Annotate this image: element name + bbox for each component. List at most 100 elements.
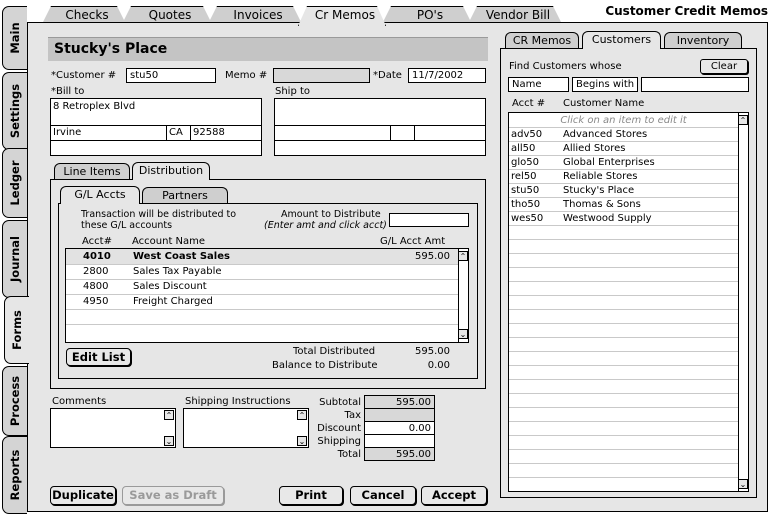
shipping-field[interactable] (364, 434, 435, 448)
customer-acct: stu50 (511, 185, 540, 196)
list-hint: Click on an item to edit it (560, 115, 687, 126)
customer-acct: rel50 (511, 171, 537, 182)
side-tab-label: Journal (8, 236, 22, 282)
print-button[interactable]: Print (279, 486, 343, 505)
date-field[interactable]: 11/7/2002 (408, 68, 486, 83)
customer-name: Reliable Stores (563, 171, 638, 182)
account-name-cell: Freight Charged (133, 296, 213, 307)
side-tab-main[interactable]: Main (2, 6, 27, 70)
tab-cr-memos-list[interactable]: CR Memos (505, 32, 579, 49)
scroll-down-icon[interactable]: ⌄ (458, 329, 468, 339)
accept-button[interactable]: Accept (421, 486, 487, 505)
bill-state-field[interactable]: CA (169, 127, 183, 138)
tab-label: Vendor Bill (485, 8, 551, 22)
tab-label: CR Memos (512, 34, 572, 47)
bill-city-field[interactable]: Irvine (53, 127, 81, 138)
search-field-select[interactable]: Name (508, 77, 569, 92)
tab-partners[interactable]: Partners (142, 187, 228, 204)
bill-to-box: 8 Retroplex Blvd Irvine CA 92588 (50, 98, 262, 156)
account-name-cell: West Coast Sales (133, 251, 230, 262)
customer-acct: all50 (511, 143, 536, 154)
customers-list: ⌃ ⌄ Click on an item to edit it adv50 Ad… (508, 112, 749, 492)
col-gl-amt-header: G/L Acct Amt (380, 236, 446, 247)
customer-acct: tho50 (511, 199, 541, 210)
bill-address-line[interactable]: 8 Retroplex Blvd (53, 101, 135, 112)
side-tab-reports[interactable]: Reports (2, 436, 27, 514)
customer-name-title: Stucky's Place (54, 41, 168, 57)
memo-number-field[interactable] (273, 68, 370, 83)
total-field: 595.00 (364, 447, 435, 461)
cancel-button[interactable]: Cancel (350, 486, 416, 505)
side-tab-label: Reports (8, 449, 22, 501)
side-tab-process[interactable]: Process (2, 366, 27, 436)
tab-customers[interactable]: Customers (582, 31, 661, 49)
tab-label: G/L Accts (74, 188, 126, 201)
scroll-up-icon[interactable]: ⌃ (164, 410, 174, 420)
duplicate-button[interactable]: Duplicate (50, 486, 116, 505)
account-name-cell: Sales Tax Payable (133, 266, 222, 277)
shipping-instructions-field[interactable]: ⌃ ⌄ (183, 408, 309, 448)
side-tab-ledger[interactable]: Ledger (2, 148, 27, 218)
shipping-label: Shipping (317, 436, 361, 447)
tab-line-items[interactable]: Line Items (54, 163, 130, 180)
tab-label: Cr Memos (314, 8, 376, 22)
find-customers-label: Find Customers whose (509, 61, 622, 72)
tab-label: Invoices (233, 8, 283, 22)
customer-number-field[interactable]: stu50 (126, 68, 216, 83)
side-tab-label: Settings (8, 83, 22, 139)
customer-name-header: Stucky's Place (48, 37, 488, 61)
balance-to-distribute-value: 0.00 (427, 360, 450, 371)
total-label: Total (337, 449, 361, 460)
side-tab-settings[interactable]: Settings (2, 72, 27, 150)
customer-label: *Customer # (51, 70, 117, 81)
tab-distribution[interactable]: Distribution (132, 162, 210, 180)
tab-label: Checks (65, 8, 109, 22)
total-distributed-label: Total Distributed (293, 346, 376, 357)
search-input[interactable] (641, 77, 749, 92)
amount-to-distribute-label: Amount to Distribute (281, 209, 381, 220)
tab-label: Inventory (676, 34, 730, 47)
customer-acct: adv50 (511, 129, 543, 140)
scroll-up-icon[interactable]: ⌃ (738, 115, 748, 125)
account-name-cell: Sales Discount (133, 281, 207, 292)
scroll-down-icon[interactable]: ⌄ (164, 436, 174, 446)
tab-label: Customers (591, 33, 652, 46)
col-account-name-header: Account Name (132, 236, 206, 247)
comments-field[interactable]: ⌃ ⌄ (50, 408, 176, 448)
tab-label: Distribution (138, 164, 204, 177)
total-distributed-value: 595.00 (415, 346, 450, 357)
col-acct-header: Acct # (512, 98, 546, 109)
side-tab-label: Forms (10, 310, 24, 350)
acct-cell: 2800 (83, 266, 109, 277)
bill-zip-field[interactable]: 92588 (193, 127, 225, 138)
ship-to-box[interactable] (274, 98, 486, 156)
customer-name: Advanced Stores (563, 129, 648, 140)
acct-cell: 4950 (83, 296, 109, 307)
save-as-draft-button[interactable]: Save as Draft (122, 486, 224, 505)
tab-label: Quotes (148, 8, 192, 22)
search-operator-select[interactable]: Begins with (572, 77, 638, 92)
discount-field[interactable]: 0.00 (364, 421, 435, 435)
amount-cell: 595.00 (415, 251, 450, 262)
side-tab-label: Main (8, 22, 22, 54)
side-tab-forms[interactable]: Forms (4, 296, 29, 364)
amount-to-distribute-field[interactable] (389, 213, 469, 227)
clear-button[interactable]: Clear (700, 59, 748, 74)
tab-label: Partners (162, 189, 208, 202)
customer-name: Allied Stores (563, 143, 626, 154)
tax-field (364, 408, 435, 422)
side-tab-journal[interactable]: Journal (2, 220, 27, 298)
tab-cr-memos[interactable]: Cr Memos (298, 6, 386, 26)
distribution-note-2: these G/L accounts (81, 220, 173, 231)
scroll-down-icon[interactable]: ⌄ (738, 479, 748, 489)
tab-gl-accts[interactable]: G/L Accts (60, 186, 140, 204)
comments-label: Comments (52, 396, 107, 407)
scroll-up-icon[interactable]: ⌃ (458, 251, 468, 261)
customer-name: Global Enterprises (563, 157, 655, 168)
memo-label: Memo # (225, 70, 268, 81)
window-title: Customer Credit Memos (605, 4, 768, 18)
tab-inventory[interactable]: Inventory (664, 32, 742, 49)
bill-to-label: *Bill to (51, 86, 85, 97)
edit-list-button[interactable]: Edit List (66, 348, 131, 366)
tab-label: Line Items (63, 165, 121, 178)
